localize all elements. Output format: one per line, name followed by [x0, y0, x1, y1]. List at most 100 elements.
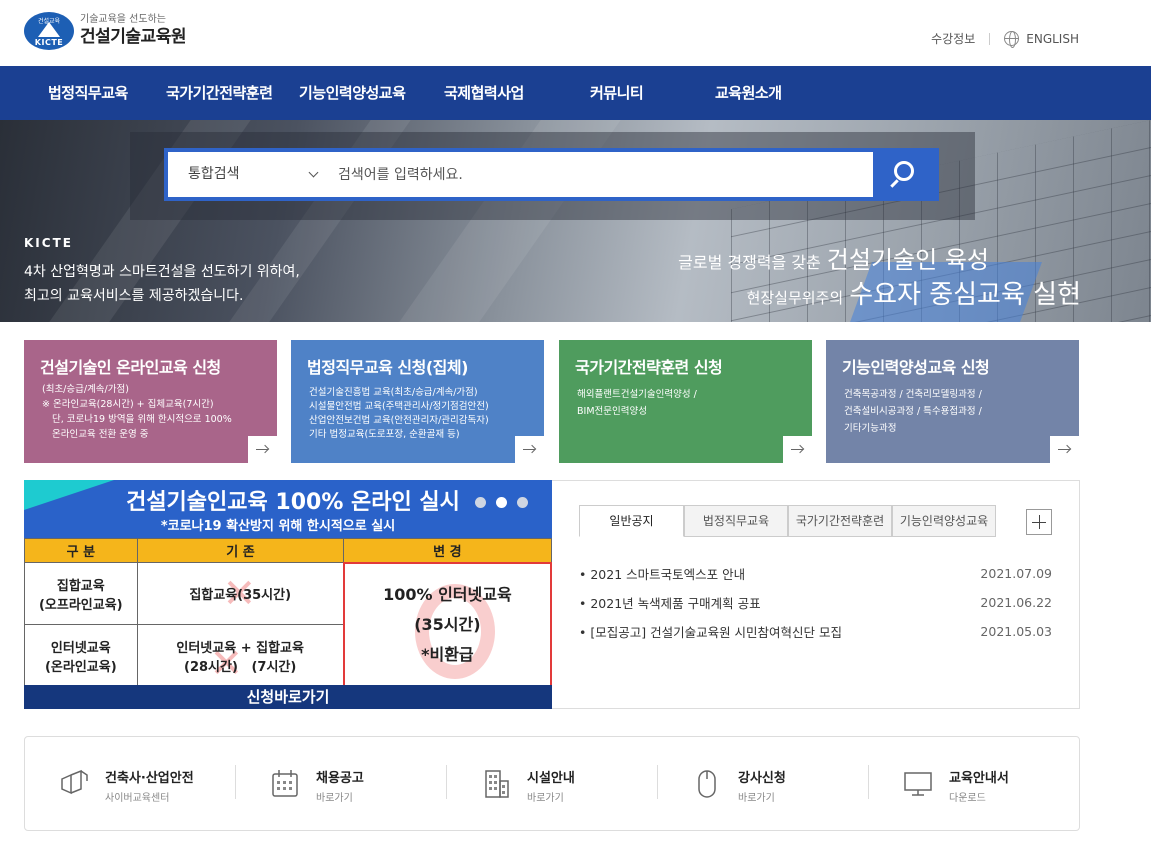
table-cell-changed: 100% 인터넷교육 (35시간) *비환급: [342, 561, 552, 688]
card-line: 온라인교육 전환 운영 중: [52, 429, 149, 440]
site-logo[interactable]: 건설교육 KICTE 기술교육을 선도하는 건설기술교육원: [24, 12, 186, 50]
arrow-right-icon[interactable]: [1050, 436, 1079, 463]
card-description: 해외플랜트건설기술인력양성 / BIM전문인력양성: [577, 386, 697, 420]
nav-item-legal-training[interactable]: 법정직무교육: [48, 66, 128, 120]
site-header: 건설교육 KICTE 기술교육을 선도하는 건설기술교육원 수강정보 ENGLI…: [0, 0, 1151, 66]
quick-link-sub: 사이버교육센터: [105, 793, 170, 804]
hero-desc-line: 최고의 교육서비스를 제공하겠습니다.: [24, 288, 244, 304]
office-building-icon: [485, 770, 509, 798]
slide-dot[interactable]: [475, 497, 486, 508]
card-online-course[interactable]: 건설기술인 온라인교육 신청 (최초/승급/계속/가점) ※ 온라인교육(28시…: [24, 340, 277, 463]
nav-item-national-strategic-training[interactable]: 국가기간전략훈련: [166, 66, 273, 120]
table-cell: ✕ 인터넷교육 + 집합교육 (28시간) (7시간): [136, 624, 345, 687]
slide-dot-active[interactable]: [496, 497, 507, 508]
notice-date: 2021.05.03: [980, 624, 1052, 639]
notice-title[interactable]: [모집공고] 건설기술교육원 시민참여혁신단 모집: [579, 622, 842, 641]
card-line: (최초/승급/계속/가점): [42, 384, 129, 395]
table-cell: ✕ 집합교육(35시간): [136, 562, 345, 625]
tab-general-notice[interactable]: 일반공지: [579, 505, 684, 537]
card-line: 산업안전보건법 교육(안전관리자/관리감독자): [309, 415, 489, 426]
table-header: 구 분: [24, 538, 138, 563]
card-line: 건설기술진흥법 교육(최초/승급/계속/가점): [309, 387, 478, 398]
quick-link-guide-download[interactable]: 교육안내서 다운로드: [869, 737, 1080, 830]
card-description: 건축목공과정 / 건축리모델링과정 / 건축설비시공과정 / 특수용접과정 / …: [844, 386, 982, 437]
arrow-right-icon[interactable]: [248, 436, 277, 463]
list-item[interactable]: 2021년 녹색제품 구매계획 공표 2021.06.22: [579, 588, 1052, 617]
card-line: 단, 코로나19 방역을 위해 한시적으로 100%: [52, 414, 232, 425]
slide-dot[interactable]: [517, 497, 528, 508]
quick-link-facility[interactable]: 시설안내 바로가기: [447, 737, 658, 830]
course-info-link[interactable]: 수강정보: [931, 30, 975, 47]
monitor-icon: [904, 772, 932, 796]
english-link[interactable]: ENGLISH: [1026, 32, 1079, 46]
card-national-strategic[interactable]: 국가기간전략훈련 신청 해외플랜트건설기술인력양성 / BIM전문인력양성: [559, 340, 812, 463]
slogan-small: 글로벌 경쟁력을 갖춘: [678, 253, 821, 272]
notice-date: 2021.07.09: [980, 566, 1052, 581]
quick-link-sub: 바로가기: [527, 793, 564, 804]
card-line: ※ 온라인교육(28시간) + 집체교육(7시간): [42, 399, 214, 410]
quick-link-recruitment[interactable]: 채용공고 바로가기: [236, 737, 447, 830]
hero-banner: 통합검색 KICTE 4차 산업혁명과 스마트건설을 선도하기 위하여, 최고의…: [0, 120, 1151, 322]
list-item[interactable]: [모집공고] 건설기술교육원 시민참여혁신단 모집 2021.05.03: [579, 617, 1052, 646]
card-legal-training[interactable]: 법정직무교육 신청(집체) 건설기술진흥법 교육(최초/승급/계속/가점) 시설…: [291, 340, 544, 463]
comparison-table: 구 분 기 존 변 경 집합교육 (오프라인교육) ✕ 집합교육(35시간) 100…: [24, 538, 552, 688]
apply-shortcut-button[interactable]: 신청바로가기: [24, 685, 552, 709]
search-scope-select[interactable]: 통합검색: [188, 152, 240, 197]
online-education-banner[interactable]: 건설기술인교육 100% 온라인 실시 *코로나19 확산방지 위해 한시적으로…: [24, 480, 552, 709]
hero-desc-line: 4차 산업혁명과 스마트건설을 선도하기 위하여,: [24, 264, 300, 280]
quick-link-title: 강사신청: [738, 771, 786, 786]
tab-national-strategic[interactable]: 국가기간전략훈련: [788, 505, 892, 537]
card-title: 국가기간전략훈련 신청: [575, 358, 723, 377]
card-line: 건축목공과정 / 건축리모델링과정 /: [844, 389, 982, 400]
table-cell: 집합교육 (오프라인교육): [24, 562, 138, 625]
notice-board: 일반공지 법정직무교육 국가기간전략훈련 기능인력양성교육 2021 스마트국토…: [552, 480, 1080, 709]
card-title: 건설기술인 온라인교육 신청: [40, 358, 221, 377]
notice-title[interactable]: 2021 스마트국토엑스포 안내: [579, 564, 745, 583]
notice-title[interactable]: 2021년 녹색제품 구매계획 공표: [579, 593, 760, 612]
list-item[interactable]: 2021 스마트국토엑스포 안내 2021.07.09: [579, 559, 1052, 588]
quick-links: 건축사·산업안전 사이버교육센터 채용공고 바로가기 시설안내 바로가기 강사신…: [24, 736, 1080, 831]
hero-slogan-2: 현장실무위주의 수요자 중심교육 실현: [747, 274, 1081, 311]
quick-link-instructor-apply[interactable]: 강사신청 바로가기: [658, 737, 869, 830]
tab-skilled-workforce[interactable]: 기능인력양성교육: [892, 505, 996, 537]
quick-link-title: 채용공고: [316, 771, 364, 786]
search-input[interactable]: [338, 152, 858, 197]
card-line: 기타기능과정: [844, 423, 897, 434]
slide-indicator: [475, 497, 538, 508]
logo-emblem-icon: 건설교육 KICTE: [24, 12, 74, 50]
util-divider: [989, 32, 991, 45]
quick-link-title: 건축사·산업안전: [105, 771, 194, 786]
tab-legal-training[interactable]: 법정직무교육: [684, 505, 788, 537]
card-line: 건축설비시공과정 / 특수용접과정 /: [844, 406, 982, 417]
card-title: 기능인력양성교육 신청: [842, 358, 990, 377]
arrow-right-icon[interactable]: [515, 436, 544, 463]
card-description: 건설기술진흥법 교육(최초/승급/계속/가점) 시설물안전법 교육(주택관리사/…: [309, 386, 489, 442]
nav-item-skilled-workforce[interactable]: 기능인력양성교육: [299, 66, 406, 120]
slogan-big: 수요자 중심교육 실현: [849, 280, 1081, 310]
main-nav: 법정직무교육 국가기간전략훈련 기능인력양성교육 국제협력사업 커뮤니티 교육원…: [0, 66, 1151, 120]
table-cell: 인터넷교육 (온라인교육): [24, 624, 138, 687]
hero-description: 4차 산업혁명과 스마트건설을 선도하기 위하여, 최고의 교육서비스를 제공하…: [24, 260, 300, 308]
card-skilled-workforce[interactable]: 기능인력양성교육 신청 건축목공과정 / 건축리모델링과정 / 건축설비시공과정…: [826, 340, 1079, 463]
banner-title: 건설기술인교육 100% 온라인 실시: [126, 490, 460, 515]
arrow-right-icon[interactable]: [783, 436, 812, 463]
banner-subtitle: *코로나19 확산방지 위해 한시적으로 실시: [160, 519, 396, 534]
quick-link-cyber-center[interactable]: 건축사·산업안전 사이버교육센터: [25, 737, 236, 830]
quick-link-sub: 다운로드: [949, 793, 986, 804]
search-icon: [894, 161, 914, 181]
nav-item-international[interactable]: 국제협력사업: [444, 66, 524, 120]
mouse-icon: [698, 770, 716, 798]
search-button[interactable]: [873, 152, 935, 197]
search-bar: 통합검색: [164, 148, 939, 201]
banner-header: 건설기술인교육 100% 온라인 실시 *코로나19 확산방지 위해 한시적으로…: [24, 480, 552, 538]
plus-icon[interactable]: [1026, 509, 1052, 535]
card-description: (최초/승급/계속/가점) ※ 온라인교육(28시간) + 집체교육(7시간) …: [42, 382, 232, 442]
card-line: BIM전문인력양성: [577, 406, 647, 417]
chevron-down-icon[interactable]: [308, 167, 319, 178]
logo-badge-bottom-text: KICTE: [34, 38, 64, 47]
nav-item-community[interactable]: 커뮤니티: [590, 66, 644, 120]
table-header: 변 경: [343, 538, 552, 563]
slogan-small: 현장실무위주의: [746, 289, 844, 307]
nav-item-about[interactable]: 교육원소개: [715, 66, 782, 120]
quick-link-sub: 바로가기: [738, 793, 775, 804]
